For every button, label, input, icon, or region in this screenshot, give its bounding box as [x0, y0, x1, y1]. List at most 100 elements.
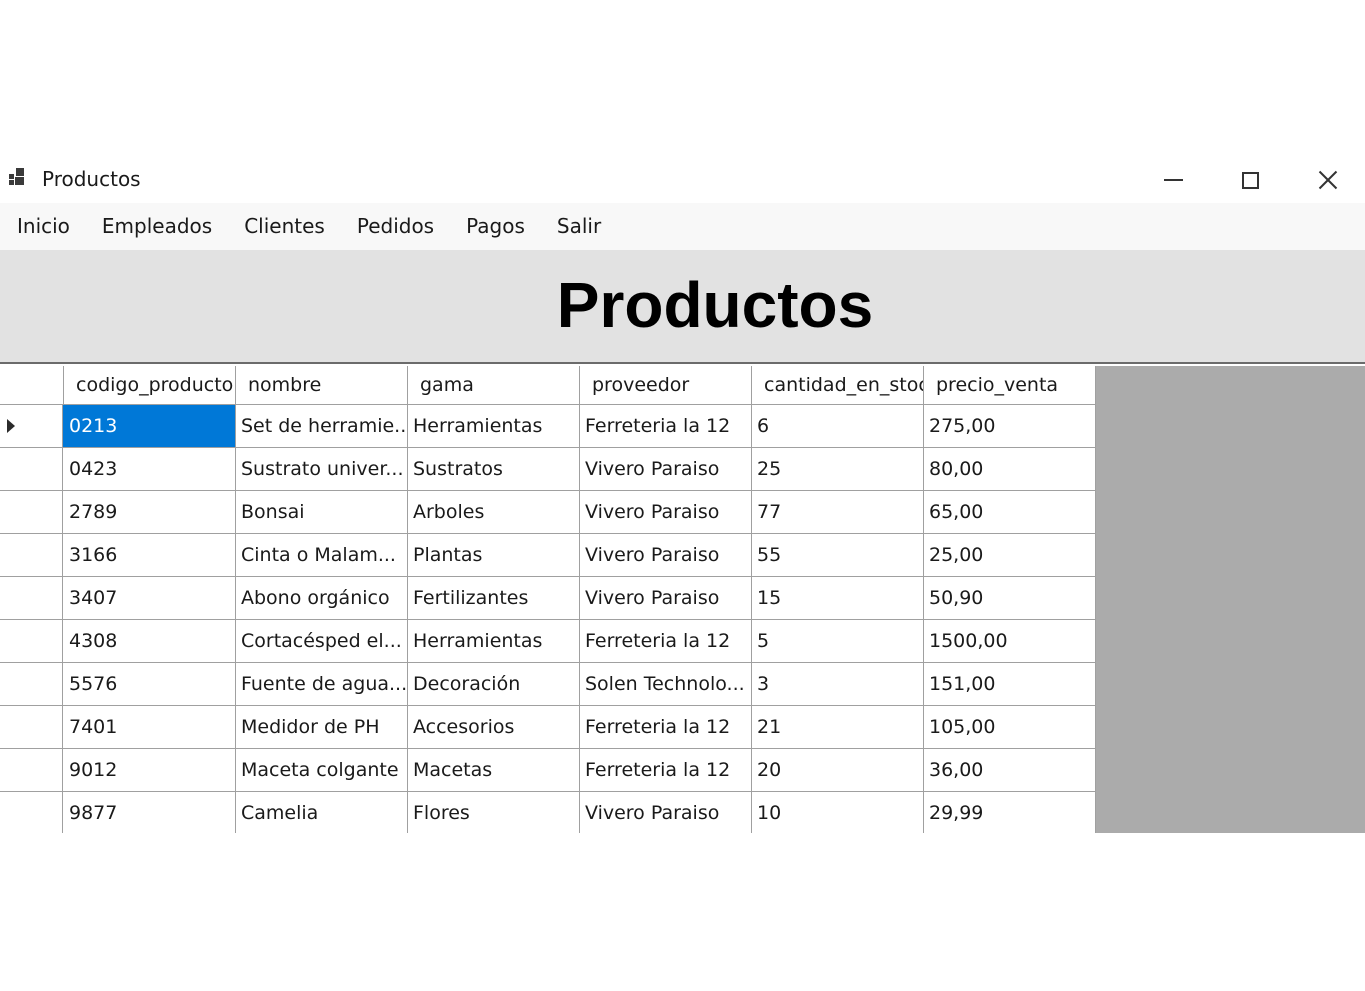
cell-gama[interactable]: Herramientas — [407, 405, 580, 447]
cell-gama[interactable]: Fertilizantes — [407, 577, 580, 619]
cell-codigo-producto[interactable]: 0213 — [63, 405, 236, 447]
row-header-cell[interactable] — [0, 663, 63, 705]
cell-nombre[interactable]: Fuente de agua... — [235, 663, 408, 705]
cell-proveedor[interactable]: Ferreteria la 12 — [579, 405, 752, 447]
menu-item-salir[interactable]: Salir — [541, 203, 617, 250]
cell-proveedor[interactable]: Vivero Paraiso — [579, 448, 752, 490]
table-row[interactable]: 2789 Bonsai Arboles Vivero Paraiso 77 65,00 — [0, 491, 1096, 534]
table-row[interactable]: 7401 Medidor de PH Accesorios Ferreteria la… — [0, 706, 1096, 749]
row-header-cell[interactable] — [0, 405, 63, 447]
cell-precio-venta[interactable]: 1500,00 — [923, 620, 1096, 662]
table-row[interactable]: 9012 Maceta colgante Macetas Ferreteria la … — [0, 749, 1096, 792]
cell-codigo-producto[interactable]: 9012 — [63, 749, 236, 791]
cell-cantidad-en-stoc[interactable]: 3 — [751, 663, 924, 705]
cell-nombre[interactable]: Camelia — [235, 792, 408, 833]
title-bar[interactable]: Productos — [0, 157, 1365, 203]
minimize-button[interactable] — [1134, 157, 1212, 203]
table-row[interactable]: 0423 Sustrato univer... Sustratos Vivero Pa… — [0, 448, 1096, 491]
cell-proveedor[interactable]: Solen Technolo... — [579, 663, 752, 705]
cell-precio-venta[interactable]: 65,00 — [923, 491, 1096, 533]
cell-nombre[interactable]: Cortacésped el... — [235, 620, 408, 662]
table-row[interactable]: 3407 Abono orgánico Fertilizantes Vivero Pa… — [0, 577, 1096, 620]
menu-item-empleados[interactable]: Empleados — [86, 203, 228, 250]
column-header-precio-venta[interactable]: precio_venta — [923, 366, 1096, 404]
cell-gama[interactable]: Sustratos — [407, 448, 580, 490]
cell-precio-venta[interactable]: 275,00 — [923, 405, 1096, 447]
cell-codigo-producto[interactable]: 2789 — [63, 491, 236, 533]
cell-codigo-producto[interactable]: 0423 — [63, 448, 236, 490]
cell-proveedor[interactable]: Vivero Paraiso — [579, 534, 752, 576]
cell-proveedor[interactable]: Vivero Paraiso — [579, 491, 752, 533]
cell-precio-venta[interactable]: 105,00 — [923, 706, 1096, 748]
cell-cantidad-en-stoc[interactable]: 77 — [751, 491, 924, 533]
cell-gama[interactable]: Accesorios — [407, 706, 580, 748]
cell-cantidad-en-stoc[interactable]: 20 — [751, 749, 924, 791]
cell-gama[interactable]: Flores — [407, 792, 580, 833]
cell-cantidad-en-stoc[interactable]: 25 — [751, 448, 924, 490]
cell-proveedor[interactable]: Vivero Paraiso — [579, 792, 752, 833]
cell-codigo-producto[interactable]: 3407 — [63, 577, 236, 619]
cell-nombre[interactable]: Medidor de PH — [235, 706, 408, 748]
table-row[interactable]: 4308 Cortacésped el... Herramientas Ferrete… — [0, 620, 1096, 663]
cell-precio-venta[interactable]: 29,99 — [923, 792, 1096, 833]
cell-nombre[interactable]: Abono orgánico — [235, 577, 408, 619]
table-row[interactable]: 3166 Cinta o Malam... Plantas Vivero Parais… — [0, 534, 1096, 577]
cell-gama[interactable]: Macetas — [407, 749, 580, 791]
corner-header-cell[interactable] — [0, 366, 64, 404]
cell-cantidad-en-stoc[interactable]: 5 — [751, 620, 924, 662]
column-header-proveedor[interactable]: proveedor — [579, 366, 752, 404]
cell-proveedor[interactable]: Ferreteria la 12 — [579, 749, 752, 791]
column-header-codigo-producto[interactable]: codigo_producto — [63, 366, 236, 404]
cell-precio-venta[interactable]: 50,90 — [923, 577, 1096, 619]
row-header-cell[interactable] — [0, 491, 63, 533]
menu-item-inicio[interactable]: Inicio — [1, 203, 86, 250]
cell-cantidad-en-stoc[interactable]: 55 — [751, 534, 924, 576]
cell-proveedor[interactable]: Ferreteria la 12 — [579, 620, 752, 662]
row-header-cell[interactable] — [0, 448, 63, 490]
grid-cells-area: codigo_producto nombre gama proveedor cantid… — [0, 366, 1096, 833]
page-title: Productos — [556, 269, 874, 341]
table-row[interactable]: 9877 Camelia Flores Vivero Paraiso 10 29,99 — [0, 792, 1096, 833]
cell-codigo-producto[interactable]: 3166 — [63, 534, 236, 576]
cell-codigo-producto[interactable]: 9877 — [63, 792, 236, 833]
products-data-grid[interactable]: codigo_producto nombre gama proveedor cantid… — [0, 366, 1365, 833]
row-header-cell[interactable] — [0, 792, 63, 833]
column-header-cantidad-en-stoc[interactable]: cantidad_en_stoc — [751, 366, 924, 404]
cell-cantidad-en-stoc[interactable]: 6 — [751, 405, 924, 447]
cell-nombre[interactable]: Set de herramie... — [235, 405, 408, 447]
cell-nombre[interactable]: Cinta o Malam... — [235, 534, 408, 576]
cell-precio-venta[interactable]: 80,00 — [923, 448, 1096, 490]
cell-codigo-producto[interactable]: 7401 — [63, 706, 236, 748]
row-header-cell[interactable] — [0, 577, 63, 619]
cell-precio-venta[interactable]: 36,00 — [923, 749, 1096, 791]
row-header-cell[interactable] — [0, 620, 63, 662]
row-header-cell[interactable] — [0, 534, 63, 576]
menu-item-clientes[interactable]: Clientes — [228, 203, 341, 250]
column-header-nombre[interactable]: nombre — [235, 366, 408, 404]
cell-cantidad-en-stoc[interactable]: 10 — [751, 792, 924, 833]
cell-codigo-producto[interactable]: 4308 — [63, 620, 236, 662]
cell-nombre[interactable]: Sustrato univer... — [235, 448, 408, 490]
cell-proveedor[interactable]: Ferreteria la 12 — [579, 706, 752, 748]
cell-cantidad-en-stoc[interactable]: 21 — [751, 706, 924, 748]
cell-gama[interactable]: Herramientas — [407, 620, 580, 662]
maximize-button[interactable] — [1211, 157, 1289, 203]
cell-precio-venta[interactable]: 25,00 — [923, 534, 1096, 576]
menu-item-pagos[interactable]: Pagos — [450, 203, 541, 250]
close-button[interactable] — [1289, 157, 1365, 203]
cell-gama[interactable]: Plantas — [407, 534, 580, 576]
cell-codigo-producto[interactable]: 5576 — [63, 663, 236, 705]
row-header-cell[interactable] — [0, 749, 63, 791]
cell-cantidad-en-stoc[interactable]: 15 — [751, 577, 924, 619]
cell-nombre[interactable]: Maceta colgante — [235, 749, 408, 791]
cell-gama[interactable]: Decoración — [407, 663, 580, 705]
cell-proveedor[interactable]: Vivero Paraiso — [579, 577, 752, 619]
menu-item-pedidos[interactable]: Pedidos — [341, 203, 450, 250]
cell-gama[interactable]: Arboles — [407, 491, 580, 533]
column-header-gama[interactable]: gama — [407, 366, 580, 404]
cell-nombre[interactable]: Bonsai — [235, 491, 408, 533]
table-row[interactable]: 0213 Set de herramie... Herramientas Ferret… — [0, 405, 1096, 448]
table-row[interactable]: 5576 Fuente de agua... Decoración Solen Tec… — [0, 663, 1096, 706]
row-header-cell[interactable] — [0, 706, 63, 748]
cell-precio-venta[interactable]: 151,00 — [923, 663, 1096, 705]
